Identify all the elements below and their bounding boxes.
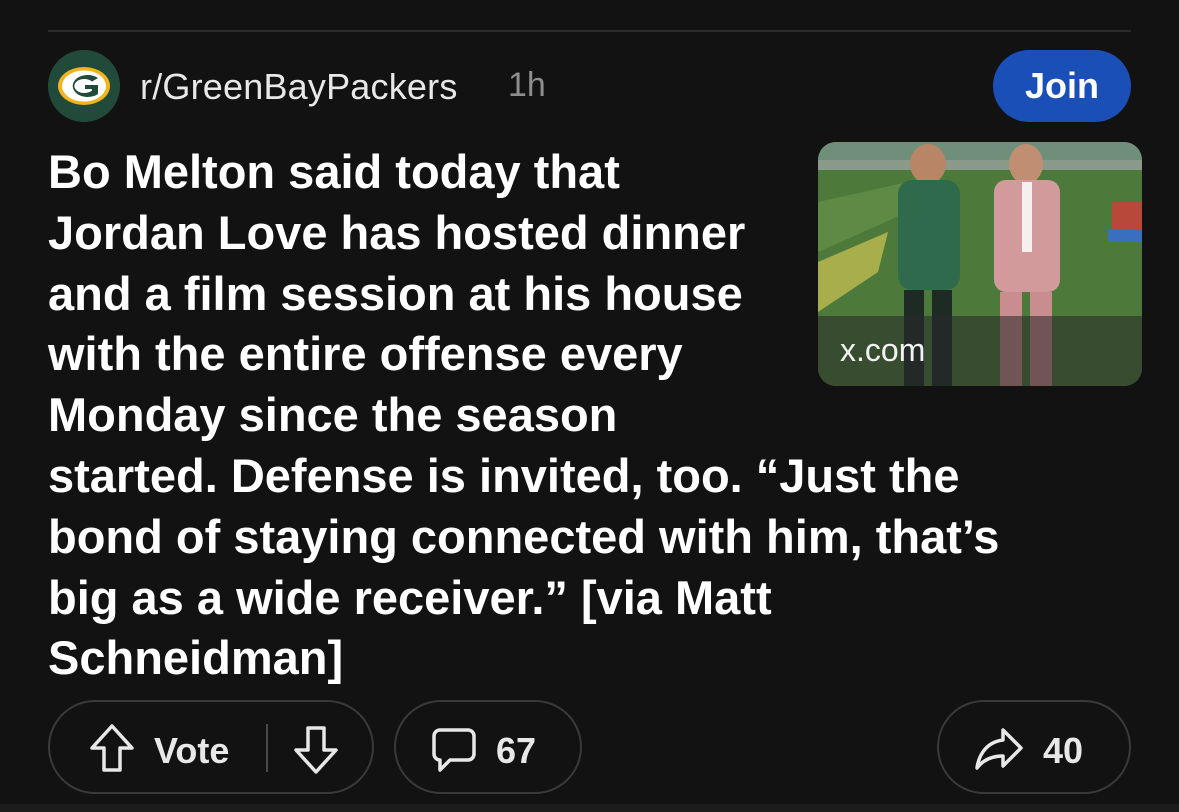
share-count: 40: [1043, 730, 1084, 771]
post-divider: [48, 30, 1131, 32]
post-timestamp: 1h: [508, 66, 546, 104]
comment-bubble-icon: [432, 728, 476, 772]
vote-control: Vote: [48, 700, 374, 794]
thumbnail-caption-bar: x.com: [818, 316, 1142, 386]
upvote-button[interactable]: [86, 722, 138, 776]
packers-g-logo-icon[interactable]: [48, 50, 120, 122]
vote-label: Vote: [154, 730, 230, 771]
post-header: r/GreenBayPackers 1h Join: [48, 50, 1131, 122]
join-button[interactable]: Join: [993, 50, 1131, 122]
arrow-down-icon: [294, 726, 338, 774]
bottom-divider: [0, 804, 1179, 812]
comments-button[interactable]: 67: [394, 700, 582, 794]
link-thumbnail[interactable]: x.com: [818, 142, 1142, 386]
share-button[interactable]: 40: [937, 700, 1131, 794]
downvote-button[interactable]: [290, 722, 342, 776]
previous-post-edge: [0, 0, 1179, 6]
arrow-up-icon: [90, 724, 134, 772]
vote-divider: [266, 724, 268, 772]
share-arrow-icon: [975, 728, 1023, 770]
comment-count: 67: [496, 730, 537, 771]
post-action-bar: Vote 67 40: [48, 700, 1131, 796]
link-domain: x.com: [840, 332, 926, 368]
community-name-link[interactable]: r/GreenBayPackers: [140, 66, 458, 108]
